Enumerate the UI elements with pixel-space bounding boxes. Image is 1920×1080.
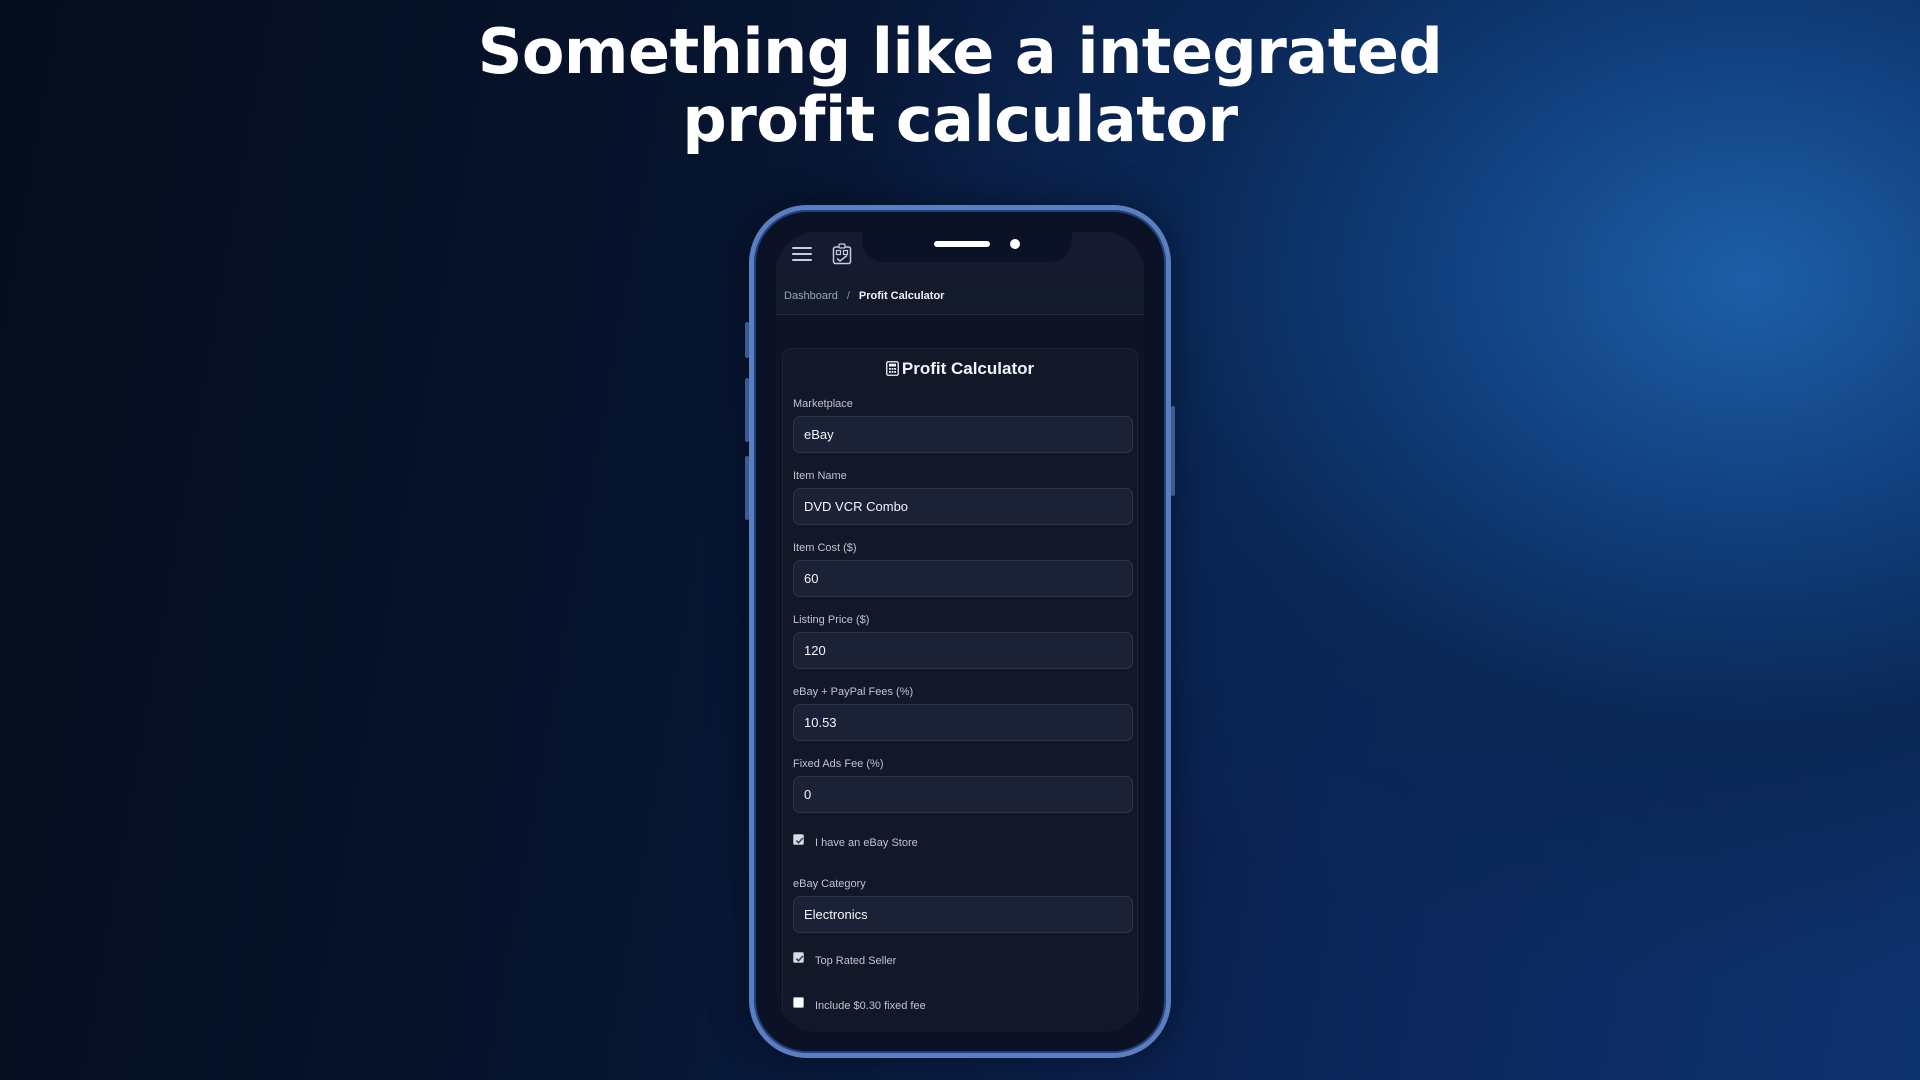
phone-volume-up-button <box>745 378 749 442</box>
card-title-text: Profit Calculator <box>901 359 1035 378</box>
listing-price-input[interactable]: 120 <box>793 632 1133 669</box>
item-name-label: Item Name <box>793 470 847 482</box>
ebay-store-label: I have an eBay Store <box>815 837 918 849</box>
headline-line-2: profit calculator <box>682 83 1238 156</box>
phone-mockup: Dashboard / Profit Calculator Profit Calcu… <box>745 205 1175 1058</box>
phone-power-button <box>1171 406 1175 496</box>
card-title: Profit Calculator <box>783 359 1137 379</box>
ebay-category-select[interactable]: Electronics <box>793 896 1133 933</box>
phone-camera <box>1010 239 1020 249</box>
ebay-category-label: eBay Category <box>793 878 866 890</box>
fixed-fee-label: Include $0.30 fixed fee <box>815 1000 926 1012</box>
fixed-fee-checkbox[interactable] <box>793 997 804 1008</box>
breadcrumb-dashboard-link[interactable]: Dashboard <box>784 290 838 302</box>
checkmark-icon <box>795 955 804 962</box>
item-cost-input[interactable]: 60 <box>793 560 1133 597</box>
breadcrumb-separator: / <box>846 290 850 302</box>
ads-fee-label: Fixed Ads Fee (%) <box>793 758 884 770</box>
qr-checklist-icon[interactable] <box>832 243 852 265</box>
marketplace-label: Marketplace <box>793 398 853 410</box>
calculator-icon <box>885 361 899 376</box>
ads-fee-input[interactable]: 0 <box>793 776 1133 813</box>
headline: Something like a integrated profit calcu… <box>0 18 1920 154</box>
marketplace-select[interactable]: eBay <box>793 416 1133 453</box>
phone-speaker <box>934 241 990 247</box>
phone-notch <box>862 232 1072 262</box>
phone-volume-down-button <box>745 456 749 520</box>
checkmark-icon <box>795 837 804 844</box>
profit-calculator-card: Profit Calculator Marketplace eBay Item … <box>782 348 1138 1032</box>
item-name-input[interactable]: DVD VCR Combo <box>793 488 1133 525</box>
fees-input[interactable]: 10.53 <box>793 704 1133 741</box>
top-rated-checkbox[interactable] <box>793 952 804 963</box>
headline-line-1: Something like a integrated <box>477 15 1443 88</box>
hamburger-menu-icon[interactable] <box>792 245 812 263</box>
phone-screen: Dashboard / Profit Calculator Profit Calcu… <box>776 232 1144 1032</box>
top-rated-label: Top Rated Seller <box>815 955 897 967</box>
breadcrumb: Dashboard / Profit Calculator <box>776 278 1144 315</box>
phone-mute-button <box>745 322 749 358</box>
ebay-store-checkbox[interactable] <box>793 834 804 845</box>
listing-price-label: Listing Price ($) <box>793 614 870 626</box>
breadcrumb-current: Profit Calculator <box>858 290 945 302</box>
fees-label: eBay + PayPal Fees (%) <box>793 686 914 698</box>
item-cost-label: Item Cost ($) <box>793 542 857 554</box>
